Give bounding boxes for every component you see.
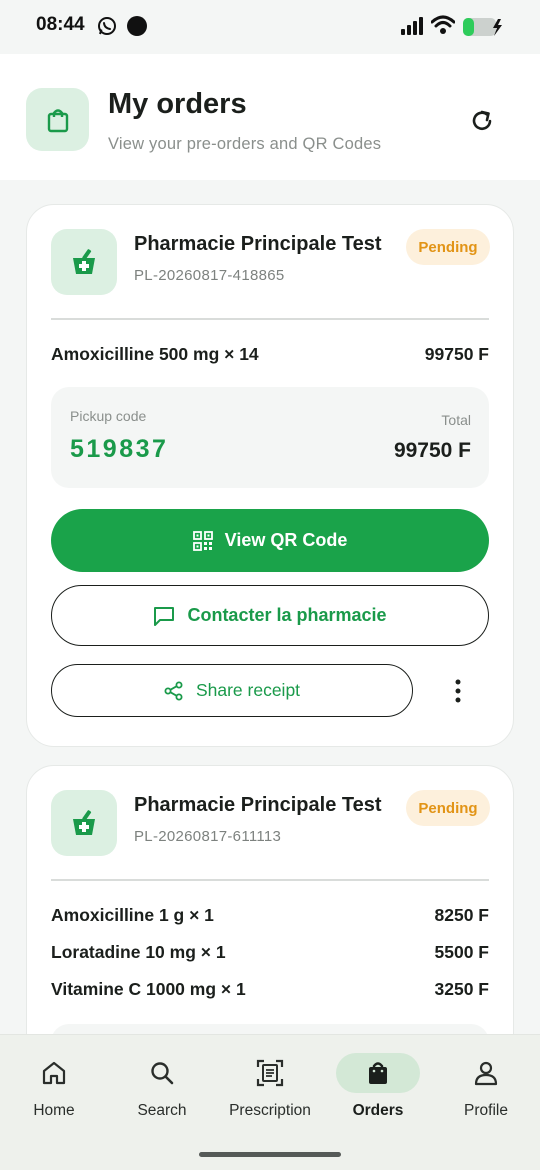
notification-dot-icon [127, 16, 147, 36]
total-label: Total [441, 412, 471, 428]
nav-label: Prescription [229, 1102, 311, 1119]
item-name: Loratadine 10 mg × 1 [51, 941, 226, 962]
item-name: Vitamine C 1000 mg × 1 [51, 978, 246, 999]
status-time: 08:44 [36, 14, 85, 35]
nav-label: Search [137, 1102, 187, 1119]
contact-pharmacy-button[interactable]: Contacter la pharmacie [51, 585, 489, 646]
signal-icon [401, 17, 423, 35]
nav-item-orders[interactable]: Orders [328, 1053, 428, 1133]
pickup-code-label: Pickup code [70, 408, 147, 424]
chat-bubble-icon [154, 606, 175, 626]
share-receipt-button[interactable]: Share receipt [51, 664, 413, 717]
nav-label: Profile [464, 1102, 508, 1119]
nav-label: Orders [352, 1102, 404, 1119]
order-item-row: Amoxicilline 1 g × 1 8250 F [51, 903, 489, 927]
view-qr-code-button[interactable]: View QR Code [51, 509, 489, 572]
item-price: 8250 F [434, 904, 489, 925]
pickup-summary: Pickup code 519837 Total 99750 F [51, 387, 489, 488]
order-item-row: Loratadine 10 mg × 1 5500 F [51, 940, 489, 964]
more-vertical-icon [455, 679, 461, 703]
share-receipt-label: Share receipt [195, 680, 301, 700]
pharmacy-name: Pharmacie Principale Test [134, 233, 382, 255]
order-card: Pharmacie Principale Test PL-20260817-41… [26, 204, 514, 747]
order-item-row: Amoxicilline 500 mg × 14 99750 F [51, 342, 489, 366]
page-title: My orders [108, 88, 247, 120]
divider [51, 318, 489, 320]
header-badge [26, 88, 89, 151]
nav-item-prescription[interactable]: Prescription [220, 1053, 320, 1133]
item-price: 99750 F [424, 343, 489, 364]
refresh-button[interactable] [462, 101, 502, 141]
whatsapp-icon [98, 17, 116, 35]
profile-icon [474, 1061, 498, 1086]
page-subtitle: View your pre-orders and QR Codes [108, 135, 382, 153]
pharmacy-mortar-icon [73, 810, 95, 835]
nav-item-profile[interactable]: Profile [436, 1053, 536, 1133]
view-qr-code-label: View QR Code [224, 530, 348, 550]
share-icon [164, 681, 183, 700]
order-card: Pharmacie Principale Test PL-20260817-61… [26, 765, 514, 1065]
order-reference: PL-20260817-611113 [134, 828, 282, 845]
order-item-row: Vitamine C 1000 mg × 1 3250 F [51, 977, 489, 1001]
item-price: 5500 F [434, 941, 489, 962]
battery-charging-icon [463, 18, 502, 36]
total-value: 99750 F [393, 439, 471, 462]
divider [51, 879, 489, 881]
status-bar: 08:44 [0, 0, 540, 54]
contact-pharmacy-label: Contacter la pharmacie [187, 605, 387, 625]
more-options-button[interactable] [440, 673, 476, 709]
item-name: Amoxicilline 1 g × 1 [51, 904, 214, 925]
pharmacy-name: Pharmacie Principale Test [134, 794, 382, 816]
wifi-icon [431, 15, 455, 34]
status-badge: Pending [406, 790, 490, 826]
refresh-icon [472, 110, 492, 130]
prescription-scan-icon [256, 1059, 284, 1087]
bottom-navigation: Home Search Prescription Orders Profile [0, 1034, 540, 1170]
status-badge: Pending [406, 229, 490, 265]
qr-code-icon [192, 530, 213, 551]
home-icon [42, 1061, 66, 1085]
order-reference: PL-20260817-418865 [134, 267, 285, 284]
item-price: 3250 F [434, 978, 489, 999]
pharmacy-mortar-icon [73, 249, 95, 274]
shopping-bag-icon [47, 108, 68, 132]
home-indicator[interactable] [199, 1152, 341, 1157]
nav-label: Home [33, 1102, 75, 1119]
item-name: Amoxicilline 500 mg × 14 [51, 343, 259, 364]
pharmacy-avatar [51, 229, 117, 295]
shopping-bag-icon [369, 1062, 387, 1084]
pickup-code: 519837 [70, 435, 169, 463]
search-icon [151, 1062, 174, 1085]
nav-item-search[interactable]: Search [112, 1053, 212, 1133]
page-header: My orders View your pre-orders and QR Co… [0, 54, 540, 180]
nav-item-home[interactable]: Home [4, 1053, 104, 1133]
pharmacy-avatar [51, 790, 117, 856]
